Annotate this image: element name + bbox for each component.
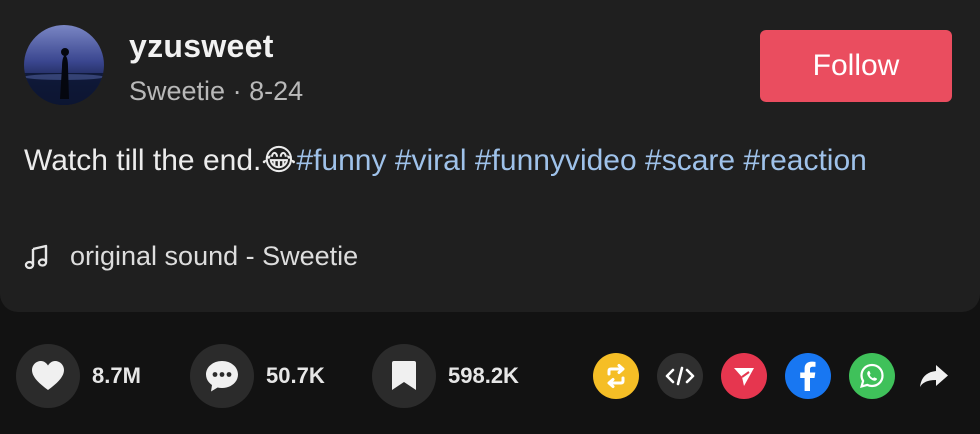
display-name[interactable]: Sweetie xyxy=(129,76,225,106)
post-date: 8-24 xyxy=(249,76,304,106)
comment-count: 50.7K xyxy=(266,363,325,388)
laughing-emoji: 😂 xyxy=(261,144,297,177)
sound-link[interactable]: original sound - Sweetie xyxy=(24,241,358,272)
facebook-share-button[interactable] xyxy=(785,353,831,399)
save-stat: 598.2K xyxy=(372,344,519,408)
embed-icon xyxy=(665,366,695,386)
heart-icon xyxy=(32,361,64,390)
share-arrow-icon xyxy=(920,365,948,387)
save-button[interactable] xyxy=(372,344,436,408)
music-note-icon xyxy=(24,244,48,269)
username[interactable]: yzusweet xyxy=(129,28,274,65)
save-count: 598.2K xyxy=(448,363,519,388)
like-button[interactable] xyxy=(16,344,80,408)
separator: · xyxy=(225,76,250,106)
whatsapp-share-button[interactable] xyxy=(849,353,895,399)
caption: Watch till the end.😂#funny #viral #funny… xyxy=(24,140,924,182)
facebook-icon xyxy=(800,361,816,391)
follow-button[interactable]: Follow xyxy=(760,30,952,102)
like-stat: 8.7M xyxy=(16,344,141,408)
hashtag-funny[interactable]: #funny xyxy=(296,144,386,177)
sound-label: original sound - Sweetie xyxy=(70,241,359,271)
post-info-card: yzusweet Sweetie · 8-24 Follow Watch til… xyxy=(0,0,980,312)
send-to-friends-button[interactable] xyxy=(721,353,767,399)
send-icon xyxy=(734,368,754,386)
comment-stat: 50.7K xyxy=(190,344,325,408)
hashtag-funnyvideo[interactable]: #funnyvideo xyxy=(475,144,637,177)
whatsapp-icon xyxy=(860,363,884,388)
caption-text: Watch till the end. xyxy=(24,144,262,177)
hashtag-scare[interactable]: #scare xyxy=(645,144,735,177)
avatar[interactable] xyxy=(24,25,104,105)
avatar-image xyxy=(24,48,104,105)
comment-button[interactable] xyxy=(190,344,254,408)
more-share-button[interactable] xyxy=(911,353,957,399)
repost-icon xyxy=(607,364,625,388)
hashtag-viral[interactable]: #viral xyxy=(395,144,467,177)
bookmark-icon xyxy=(392,361,416,390)
embed-button[interactable] xyxy=(657,353,703,399)
like-count: 8.7M xyxy=(92,363,141,388)
comment-icon xyxy=(206,361,238,392)
repost-button[interactable] xyxy=(593,353,639,399)
hashtag-reaction[interactable]: #reaction xyxy=(743,144,866,177)
author-subline: Sweetie · 8-24 xyxy=(129,76,303,107)
